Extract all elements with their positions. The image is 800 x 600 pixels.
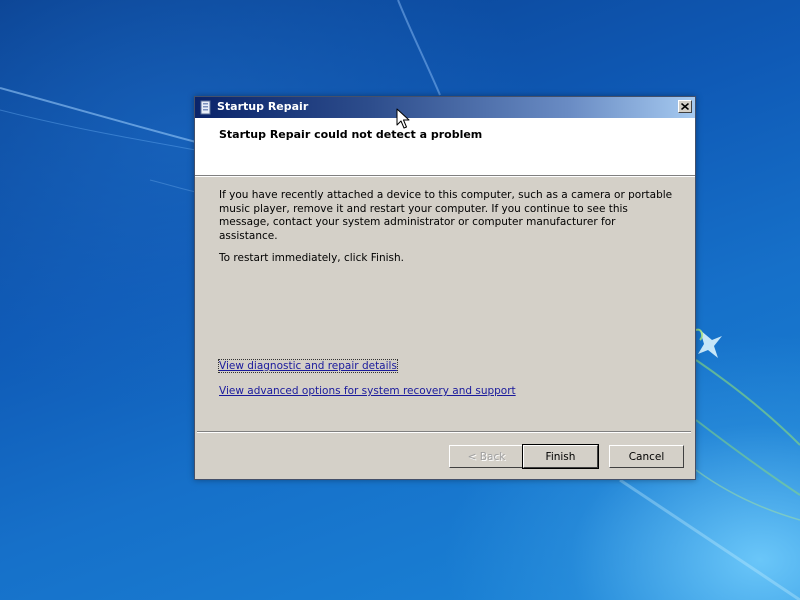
startup-repair-dialog: Startup Repair Startup Repair could not … [194,96,696,480]
desktop: Startup Repair Startup Repair could not … [0,0,800,600]
mouse-pointer-icon [396,108,410,129]
restart-instruction: To restart immediately, click Finish. [219,252,404,264]
header-title: Startup Repair could not detect a proble… [219,128,483,141]
close-button[interactable] [678,100,692,113]
title-bar[interactable]: Startup Repair [195,97,695,118]
view-diagnostic-details-link[interactable]: View diagnostic and repair details [218,359,398,373]
window-title: Startup Repair [217,100,309,113]
close-icon [681,103,689,110]
back-button[interactable]: < Back [449,445,524,468]
startup-repair-icon [200,100,211,115]
view-advanced-options-link[interactable]: View advanced options for system recover… [219,385,516,397]
header-panel: Startup Repair could not detect a proble… [195,118,695,177]
cancel-button[interactable]: Cancel [609,445,684,468]
body-message: If you have recently attached a device t… [219,189,673,242]
button-separator [197,431,691,433]
finish-button[interactable]: Finish [522,444,599,469]
